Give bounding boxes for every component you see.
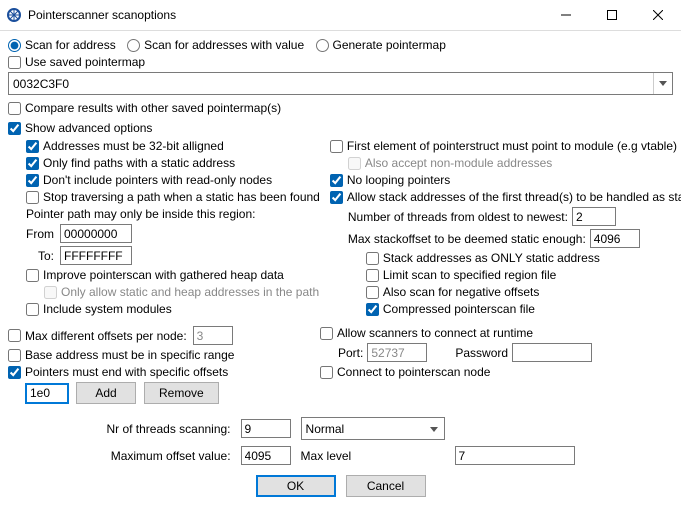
- port-input: [367, 343, 427, 362]
- scan-for-addresses-with-value-radio[interactable]: Scan for addresses with value: [127, 38, 304, 52]
- also-nonmodule-label: Also accept non-module addresses: [365, 156, 552, 170]
- titlebar: Pointerscanner scanoptions: [0, 0, 681, 31]
- max-diff-offsets-input: [193, 326, 233, 345]
- address-input[interactable]: [9, 73, 653, 94]
- extra-left-column: Max different offsets per node: Base add…: [8, 325, 310, 407]
- region-header-label: Pointer path may only be inside this reg…: [26, 207, 255, 221]
- only-static-heap-checkbox: Only allow static and heap addresses in …: [44, 285, 319, 299]
- allow-connect-checkbox[interactable]: Allow scanners to connect at runtime: [320, 326, 533, 340]
- first-elem-module-label: First element of pointerstruct must poin…: [347, 139, 677, 153]
- show-advanced-label: Show advanced options: [25, 121, 152, 135]
- limit-region-file-label: Limit scan to specified region file: [383, 268, 556, 282]
- threads-scanning-input[interactable]: [241, 419, 291, 438]
- improve-heap-checkbox[interactable]: Improve pointerscan with gathered heap d…: [26, 268, 284, 282]
- stack-only-static-checkbox[interactable]: Stack addresses as ONLY static address: [366, 251, 600, 265]
- priority-value: Normal: [306, 422, 345, 436]
- max-level-label: Max level: [301, 449, 445, 463]
- add-offset-button[interactable]: Add: [76, 382, 136, 404]
- max-diff-offsets-checkbox[interactable]: Max different offsets per node:: [8, 329, 187, 343]
- include-system-modules-label: Include system modules: [43, 302, 172, 316]
- allow-stack-checkbox[interactable]: Allow stack addresses of the first threa…: [330, 190, 681, 204]
- bottom-controls: Nr of threads scanning: Normal Maximum o…: [8, 417, 673, 465]
- cancel-button[interactable]: Cancel: [346, 475, 426, 497]
- also-negative-label: Also scan for negative offsets: [383, 285, 540, 299]
- first-elem-module-checkbox[interactable]: First element of pointerstruct must poin…: [330, 139, 677, 153]
- base-in-range-checkbox[interactable]: Base address must be in specific range: [8, 348, 234, 362]
- show-advanced-checkbox[interactable]: Show advanced options: [8, 121, 152, 135]
- region-from-input[interactable]: [60, 224, 132, 243]
- no-readonly-checkbox[interactable]: Don't include pointers with read-only no…: [26, 173, 272, 187]
- port-label: Port:: [338, 346, 363, 360]
- limit-region-file-checkbox[interactable]: Limit scan to specified region file: [366, 268, 556, 282]
- no-looping-checkbox[interactable]: No looping pointers: [330, 173, 450, 187]
- compare-results-checkbox[interactable]: Compare results with other saved pointer…: [8, 101, 281, 115]
- stack-threads-label: Number of threads from oldest to newest:: [348, 210, 568, 224]
- also-negative-checkbox[interactable]: Also scan for negative offsets: [366, 285, 540, 299]
- scan-for-address-radio[interactable]: Scan for address: [8, 38, 116, 52]
- stop-on-static-label: Stop traversing a path when a static has…: [43, 190, 320, 204]
- scan-for-addresses-with-value-label: Scan for addresses with value: [144, 38, 304, 52]
- compare-results-label: Compare results with other saved pointer…: [25, 101, 281, 115]
- app-icon: [6, 7, 22, 23]
- stack-threads-input[interactable]: [572, 207, 616, 226]
- max-level-input[interactable]: [455, 446, 575, 465]
- use-saved-pointermap-checkbox[interactable]: Use saved pointermap: [8, 55, 145, 69]
- ok-button[interactable]: OK: [256, 475, 336, 497]
- stop-on-static-checkbox[interactable]: Stop traversing a path when a static has…: [26, 190, 320, 204]
- offset-input[interactable]: [26, 384, 68, 403]
- include-system-modules-checkbox[interactable]: Include system modules: [26, 302, 172, 316]
- max-offset-label: Maximum offset value:: [106, 449, 230, 463]
- region-to-label: To:: [26, 249, 54, 263]
- scan-mode-row: Scan for address Scan for addresses with…: [8, 38, 673, 52]
- generate-pointermap-radio[interactable]: Generate pointermap: [316, 38, 446, 52]
- maximize-button[interactable]: [589, 0, 635, 30]
- max-diff-offsets-label: Max different offsets per node:: [25, 329, 187, 343]
- region-to-input[interactable]: [60, 246, 132, 265]
- no-looping-label: No looping pointers: [347, 173, 450, 187]
- max-offset-input[interactable]: [241, 446, 291, 465]
- advanced-left-column: Addresses must be 32-bit alligned Only f…: [8, 138, 320, 319]
- window-title: Pointerscanner scanoptions: [28, 8, 543, 22]
- connect-node-checkbox[interactable]: Connect to pointerscan node: [320, 365, 490, 379]
- scan-for-address-label: Scan for address: [25, 38, 116, 52]
- compressed-file-checkbox[interactable]: Compressed pointerscan file: [366, 302, 535, 316]
- close-button[interactable]: [635, 0, 681, 30]
- improve-heap-label: Improve pointerscan with gathered heap d…: [43, 268, 284, 282]
- address-combobox[interactable]: [8, 72, 673, 95]
- allow-connect-label: Allow scanners to connect at runtime: [337, 326, 533, 340]
- no-readonly-label: Don't include pointers with read-only no…: [43, 173, 272, 187]
- region-from-label: From: [26, 227, 54, 241]
- stack-only-static-label: Stack addresses as ONLY static address: [383, 251, 600, 265]
- allow-stack-label: Allow stack addresses of the first threa…: [347, 190, 681, 204]
- stackoffset-input[interactable]: [590, 229, 640, 248]
- dialog-buttons: OK Cancel: [8, 475, 673, 497]
- also-nonmodule-checkbox: Also accept non-module addresses: [348, 156, 552, 170]
- stackoffset-label: Max stackoffset to be deemed static enou…: [348, 232, 586, 246]
- use-saved-pointermap-label: Use saved pointermap: [25, 55, 145, 69]
- threads-scanning-label: Nr of threads scanning:: [106, 422, 230, 436]
- static-only-checkbox[interactable]: Only find paths with a static address: [26, 156, 235, 170]
- minimize-button[interactable]: [543, 0, 589, 30]
- generate-pointermap-label: Generate pointermap: [333, 38, 446, 52]
- only-static-heap-label: Only allow static and heap addresses in …: [61, 285, 319, 299]
- password-label: Password: [455, 346, 508, 360]
- advanced-right-column: First element of pointerstruct must poin…: [330, 138, 681, 319]
- end-specific-offsets-label: Pointers must end with specific offsets: [25, 365, 228, 379]
- end-specific-offsets-checkbox[interactable]: Pointers must end with specific offsets: [8, 365, 228, 379]
- base-in-range-label: Base address must be in specific range: [25, 348, 234, 362]
- static-only-label: Only find paths with a static address: [43, 156, 235, 170]
- extra-right-column: Allow scanners to connect at runtime Por…: [320, 325, 673, 407]
- address-dropdown-button[interactable]: [653, 73, 672, 94]
- compressed-file-label: Compressed pointerscan file: [383, 302, 535, 316]
- region-header: Pointer path may only be inside this reg…: [26, 207, 320, 221]
- connect-node-label: Connect to pointerscan node: [337, 365, 490, 379]
- aligned-32bit-label: Addresses must be 32-bit alligned: [43, 139, 224, 153]
- priority-select[interactable]: Normal: [301, 417, 445, 440]
- aligned-32bit-checkbox[interactable]: Addresses must be 32-bit alligned: [26, 139, 224, 153]
- password-input: [512, 343, 592, 362]
- remove-offset-button[interactable]: Remove: [144, 382, 219, 404]
